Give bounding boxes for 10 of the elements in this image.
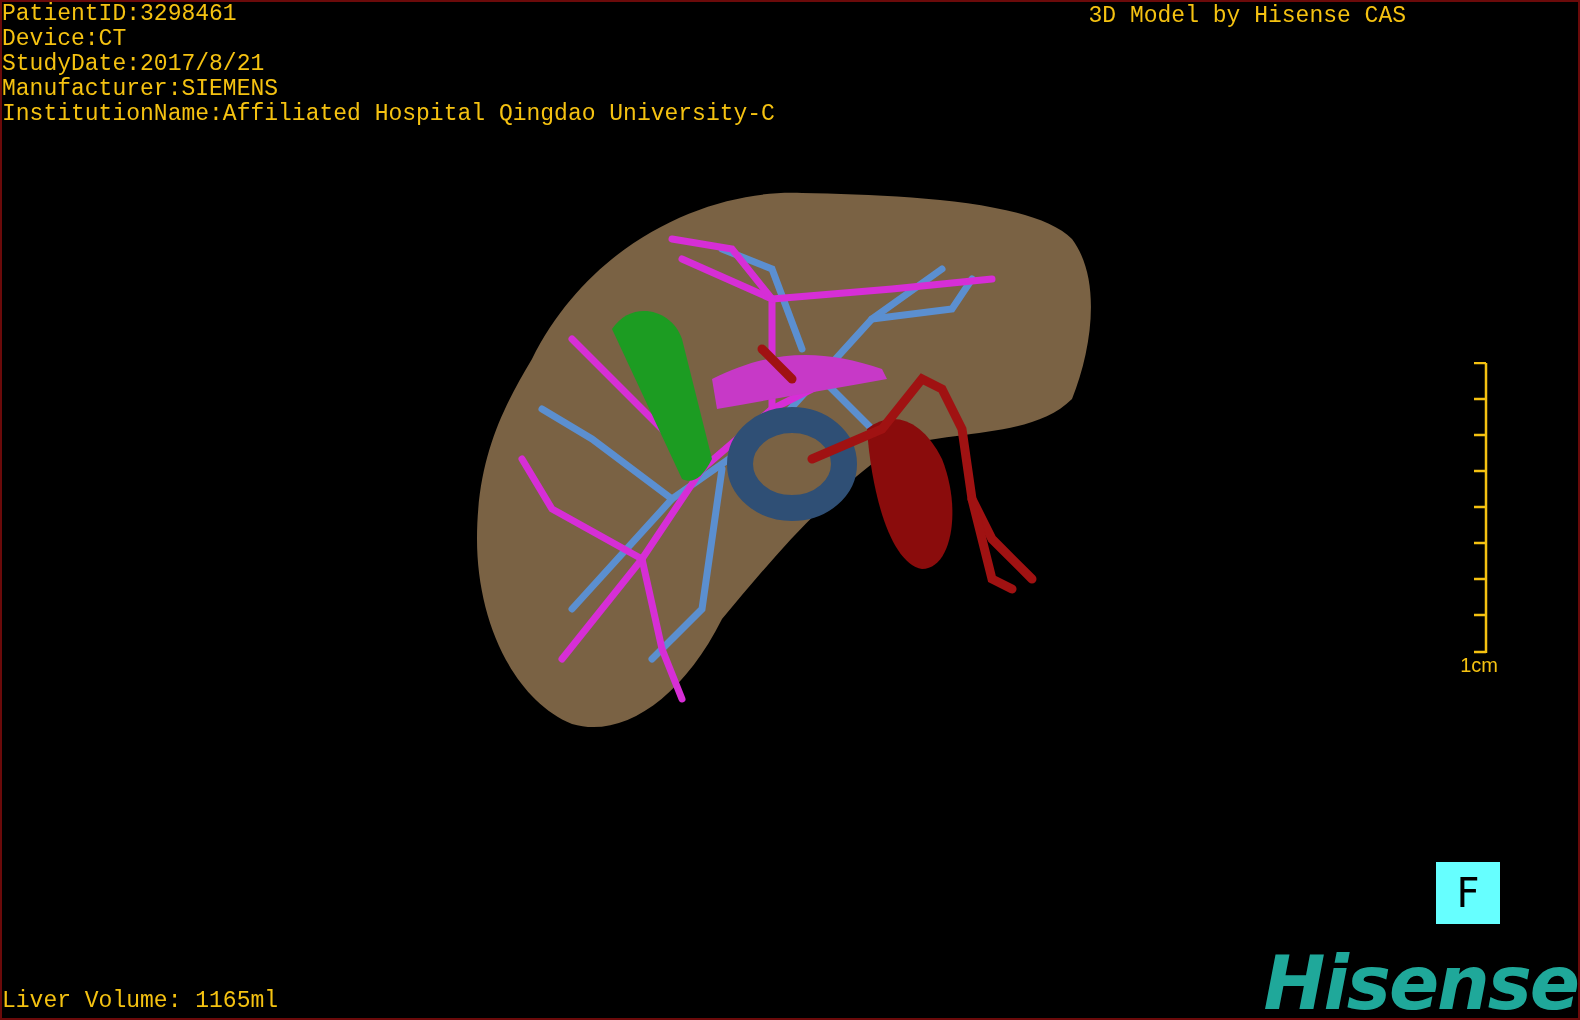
patient-info-line: Manufacturer:SIEMENS [2, 77, 280, 102]
patient-info-line: Device:CT [2, 27, 128, 52]
patient-info-line: InstitutionName:Affiliated Hospital Qingdao University-C [2, 102, 775, 127]
patient-info-line: PatientID:3298461 [2, 2, 238, 27]
patient-info-line: StudyDate:2017/8/21 [2, 52, 266, 77]
logo: Hisense [1263, 948, 1578, 1018]
orientation-marker: F [1436, 862, 1500, 924]
liver-volume: Liver Volume: 1165ml [2, 989, 279, 1014]
scale-label: 1cm [1460, 654, 1498, 676]
app-title: 3D Model by Hisense CAS [1088, 2, 1406, 30]
